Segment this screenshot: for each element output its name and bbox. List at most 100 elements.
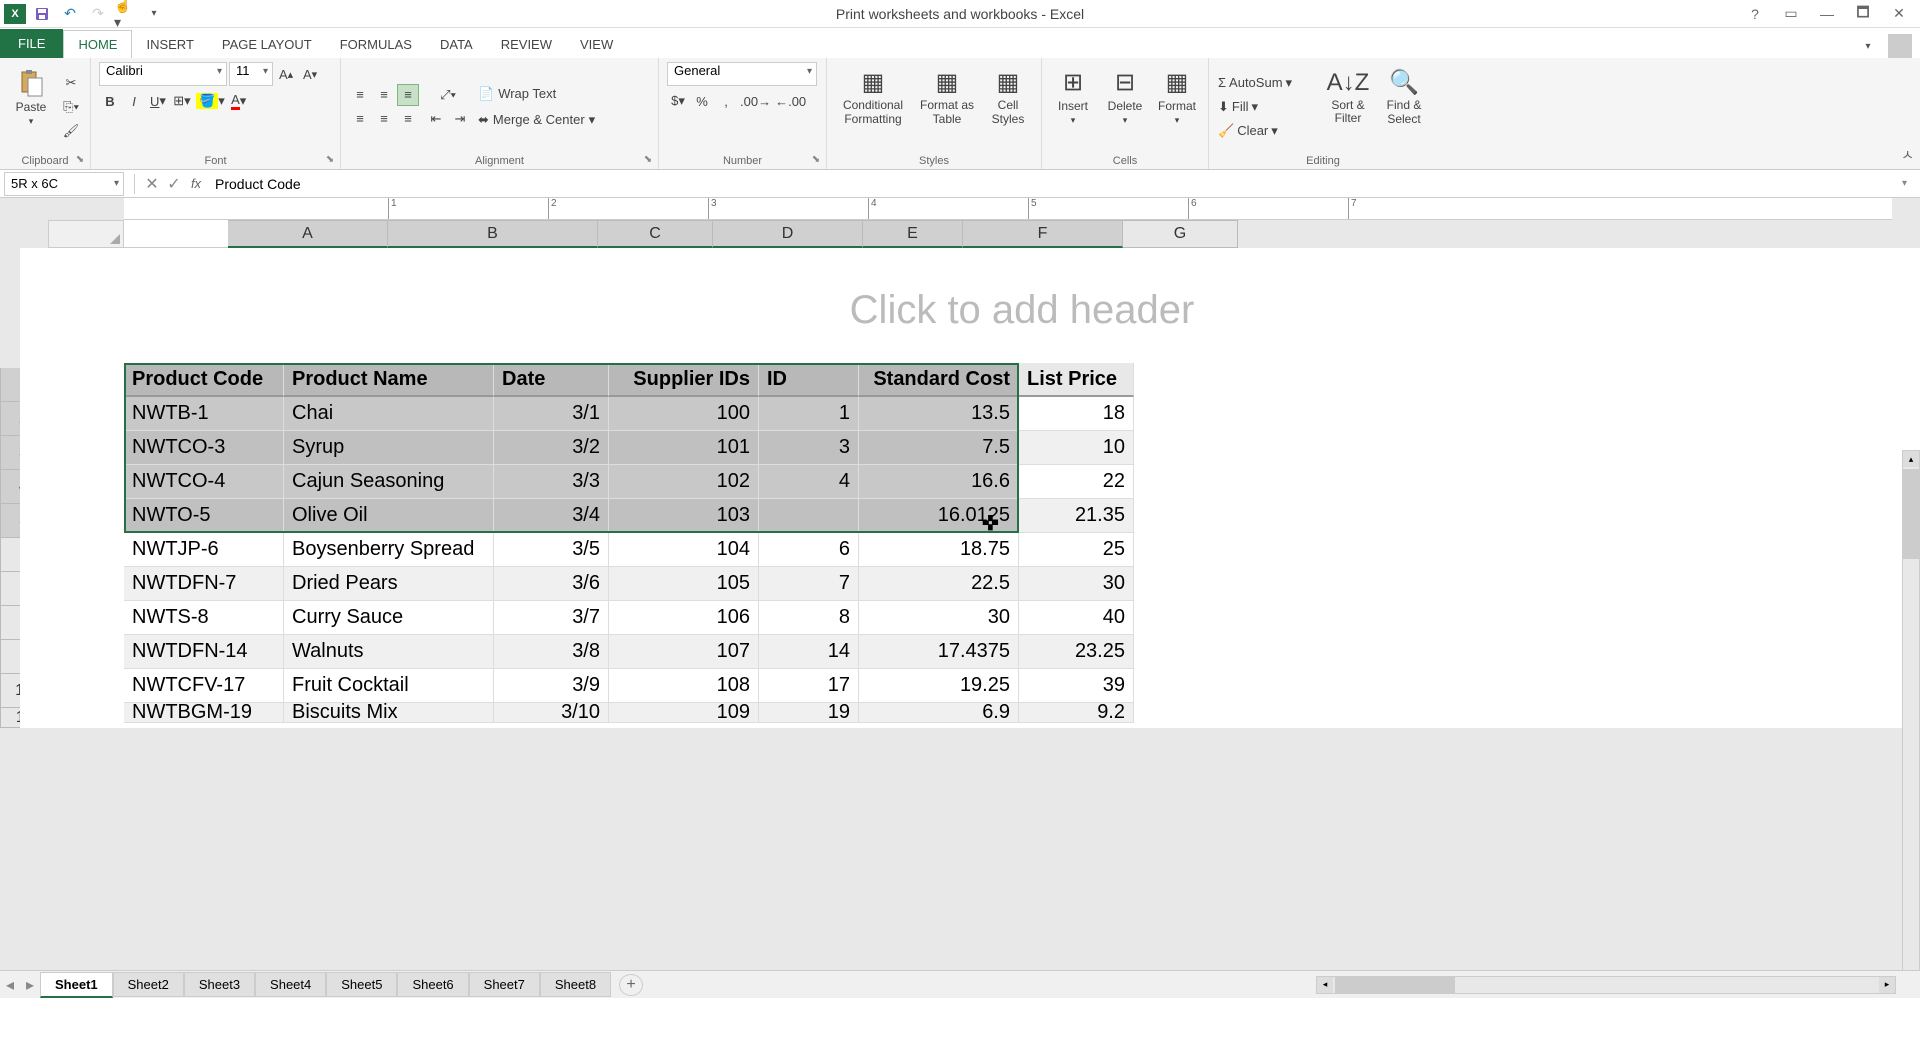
- scroll-up-button[interactable]: ▴: [1903, 451, 1919, 467]
- redo-button[interactable]: ↷: [86, 3, 110, 25]
- maximize-button[interactable]: 🗖: [1850, 3, 1876, 25]
- cell-a3[interactable]: NWTCO-3: [124, 431, 284, 465]
- increase-decimal-button[interactable]: .00→: [739, 90, 772, 112]
- percent-button[interactable]: %: [691, 90, 713, 112]
- orientation-button[interactable]: ⤢▾: [425, 84, 471, 106]
- collapse-ribbon-button[interactable]: ㅅ: [1901, 145, 1914, 165]
- cell-c9[interactable]: 3/8: [494, 635, 609, 669]
- autosum-button[interactable]: ΣAutoSum▾: [1217, 72, 1317, 94]
- undo-button[interactable]: ↶: [58, 3, 82, 25]
- cell-f10[interactable]: 19.25: [859, 669, 1019, 703]
- cell-d1[interactable]: Supplier IDs: [609, 363, 759, 397]
- sheet-tab-3[interactable]: Sheet3: [184, 972, 255, 997]
- cancel-formula-button[interactable]: ✕: [141, 173, 163, 195]
- align-middle-button[interactable]: ≡: [373, 84, 395, 106]
- font-size-select[interactable]: 11: [229, 62, 273, 86]
- align-center-button[interactable]: ≡: [373, 108, 395, 130]
- borders-button[interactable]: ⊞▾: [171, 90, 193, 112]
- fill-button[interactable]: ⬇Fill▾: [1217, 96, 1287, 118]
- cell-styles-button[interactable]: ▦Cell Styles: [983, 62, 1033, 132]
- cell-b9[interactable]: Walnuts: [284, 635, 494, 669]
- sheet-tab-1[interactable]: Sheet1: [40, 972, 113, 998]
- cell-f11[interactable]: 6.9: [859, 703, 1019, 723]
- sheet-tab-2[interactable]: Sheet2: [113, 972, 184, 997]
- format-cells-button[interactable]: ▦Format▾: [1154, 62, 1200, 132]
- cell-f4[interactable]: 16.6: [859, 465, 1019, 499]
- decrease-font-button[interactable]: A▾: [299, 63, 321, 85]
- cell-a5[interactable]: NWTO-5: [124, 499, 284, 533]
- tab-view[interactable]: VIEW: [566, 31, 627, 58]
- cell-e1[interactable]: ID: [759, 363, 859, 397]
- cell-a8[interactable]: NWTS-8: [124, 601, 284, 635]
- merge-center-button[interactable]: ⬌Merge & Center▾: [477, 109, 617, 131]
- customize-qat-button[interactable]: ▾: [142, 3, 166, 25]
- col-header-b[interactable]: B: [388, 220, 598, 248]
- cell-a2[interactable]: NWTB-1: [124, 397, 284, 431]
- cell-e9[interactable]: 14: [759, 635, 859, 669]
- minimize-button[interactable]: —: [1814, 3, 1840, 25]
- cell-e10[interactable]: 17: [759, 669, 859, 703]
- cell-b11[interactable]: Biscuits Mix: [284, 703, 494, 723]
- font-color-button[interactable]: A▾: [228, 90, 250, 112]
- align-bottom-button[interactable]: ≡: [397, 84, 419, 106]
- sheet-nav-next[interactable]: ▸: [20, 974, 40, 996]
- italic-button[interactable]: I: [123, 90, 145, 112]
- cell-a4[interactable]: NWTCO-4: [124, 465, 284, 499]
- sheet-tab-7[interactable]: Sheet7: [469, 972, 540, 997]
- delete-cells-button[interactable]: ⊟Delete▾: [1102, 62, 1148, 132]
- decrease-decimal-button[interactable]: ←.00: [774, 90, 807, 112]
- sheet-tab-5[interactable]: Sheet5: [326, 972, 397, 997]
- sheet-nav-prev[interactable]: ◂: [0, 974, 20, 996]
- cell-f9[interactable]: 17.4375: [859, 635, 1019, 669]
- tab-home[interactable]: HOME: [63, 30, 132, 58]
- cell-a1[interactable]: Product Code: [124, 363, 284, 397]
- sheet-tab-6[interactable]: Sheet6: [397, 972, 468, 997]
- cell-g2[interactable]: 18: [1019, 397, 1134, 431]
- cell-a6[interactable]: NWTJP-6: [124, 533, 284, 567]
- cell-f1[interactable]: Standard Cost: [859, 363, 1019, 397]
- increase-font-button[interactable]: A▴: [275, 63, 297, 85]
- copy-button[interactable]: ⎘▾: [60, 96, 82, 118]
- cell-d5[interactable]: 103: [609, 499, 759, 533]
- cell-b1[interactable]: Product Name: [284, 363, 494, 397]
- cell-e8[interactable]: 8: [759, 601, 859, 635]
- wrap-text-button[interactable]: 📄Wrap Text: [477, 83, 597, 105]
- cell-c8[interactable]: 3/7: [494, 601, 609, 635]
- cell-d4[interactable]: 102: [609, 465, 759, 499]
- cell-a9[interactable]: NWTDFN-14: [124, 635, 284, 669]
- cell-g10[interactable]: 39: [1019, 669, 1134, 703]
- cell-d7[interactable]: 105: [609, 567, 759, 601]
- cell-c2[interactable]: 3/1: [494, 397, 609, 431]
- align-top-button[interactable]: ≡: [349, 84, 371, 106]
- select-all-button[interactable]: [48, 220, 124, 248]
- col-header-a[interactable]: A: [228, 220, 388, 248]
- font-dialog-launcher[interactable]: ⬊: [323, 152, 337, 166]
- tab-file[interactable]: FILE: [0, 29, 63, 58]
- cell-g11[interactable]: 9.2: [1019, 703, 1134, 723]
- cell-e3[interactable]: 3: [759, 431, 859, 465]
- vscroll-thumb[interactable]: [1903, 469, 1919, 559]
- decrease-indent-button[interactable]: ⇤: [425, 108, 447, 130]
- cell-e2[interactable]: 1: [759, 397, 859, 431]
- tab-data[interactable]: DATA: [426, 31, 487, 58]
- paste-button[interactable]: Paste ▾: [8, 62, 54, 132]
- col-header-e[interactable]: E: [863, 220, 963, 248]
- cell-d9[interactable]: 107: [609, 635, 759, 669]
- cell-g4[interactable]: 22: [1019, 465, 1134, 499]
- cell-b4[interactable]: Cajun Seasoning: [284, 465, 494, 499]
- cell-g1[interactable]: List Price: [1019, 363, 1134, 397]
- cell-c11[interactable]: 3/10: [494, 703, 609, 723]
- cell-g6[interactable]: 25: [1019, 533, 1134, 567]
- horizontal-ruler[interactable]: 1 2 3 4 5 6 7: [124, 198, 1892, 220]
- scroll-right-button[interactable]: ▸: [1879, 977, 1895, 993]
- help-button[interactable]: ?: [1742, 3, 1768, 25]
- formula-input[interactable]: [207, 172, 1902, 196]
- increase-indent-button[interactable]: ⇥: [449, 108, 471, 130]
- touch-mode-button[interactable]: ☝▾: [114, 3, 138, 25]
- save-button[interactable]: [30, 3, 54, 25]
- cell-a11[interactable]: NWTBGM-19: [124, 703, 284, 723]
- cell-b5[interactable]: Olive Oil: [284, 499, 494, 533]
- cell-g8[interactable]: 40: [1019, 601, 1134, 635]
- cell-d11[interactable]: 109: [609, 703, 759, 723]
- cell-e5[interactable]: [759, 499, 859, 533]
